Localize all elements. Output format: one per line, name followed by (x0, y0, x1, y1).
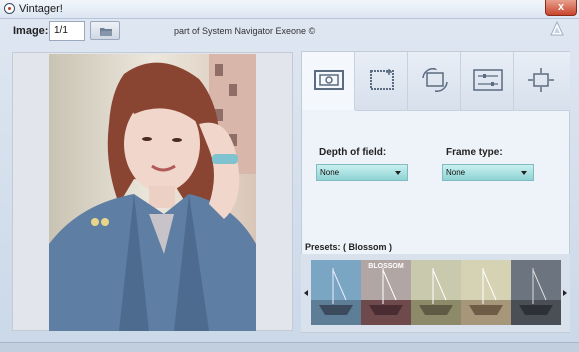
preset-thumbnail[interactable] (311, 260, 361, 325)
preview-photo (49, 54, 256, 331)
credit-text: part of System Navigator Exeone © (174, 26, 316, 36)
tab-divider (355, 110, 570, 111)
depth-of-field-label: Depth of field: (319, 147, 387, 158)
presets-strip: BLOSSOM (301, 254, 570, 332)
preset-thumbnail[interactable] (511, 260, 561, 325)
open-folder-button[interactable] (90, 21, 120, 40)
resize-icon (528, 68, 554, 92)
window-title: Vintager! (19, 3, 63, 15)
brand-logo-icon (550, 21, 564, 36)
tab-resize[interactable] (514, 52, 570, 110)
preset-thumbnail[interactable] (461, 260, 511, 325)
depth-of-field-dropdown[interactable]: None (316, 164, 408, 181)
rotate-icon (422, 68, 448, 92)
crop-icon (370, 69, 394, 90)
app-logo-icon (4, 3, 15, 14)
frame-type-value: None (446, 168, 466, 177)
frame-type-dropdown[interactable]: None (442, 164, 534, 181)
title-bar: Vintager! x (0, 0, 579, 19)
chevron-down-icon (521, 171, 527, 175)
tab-frame[interactable] (302, 52, 355, 110)
preset-caption: BLOSSOM (368, 263, 404, 270)
scroll-right-icon[interactable] (563, 290, 567, 296)
image-index-field[interactable]: 1/1 (49, 21, 85, 41)
frame-type-label: Frame type: (446, 147, 503, 158)
depth-of-field-value: None (320, 168, 340, 177)
image-label: Image: (13, 25, 49, 37)
frame-icon (314, 70, 344, 90)
tab-rotate[interactable] (408, 52, 461, 110)
preset-thumbnail-selected[interactable]: BLOSSOM (361, 260, 411, 325)
image-preview-panel (12, 52, 293, 331)
tab-adjust[interactable] (461, 52, 514, 110)
sliders-icon (473, 69, 503, 91)
scroll-left-icon[interactable] (304, 290, 308, 296)
preset-thumbnail[interactable] (411, 260, 461, 325)
presets-label: Presets: ( Blossom ) (305, 242, 393, 252)
app-window: Vintager! x Image: 1/1 part of System Na… (0, 0, 579, 352)
folder-icon (100, 28, 112, 36)
close-button[interactable]: x (545, 0, 577, 16)
chevron-down-icon (395, 171, 401, 175)
tab-crop[interactable] (355, 52, 408, 110)
toolbar: Image: 1/1 part of System Navigator Exeo… (0, 18, 579, 45)
